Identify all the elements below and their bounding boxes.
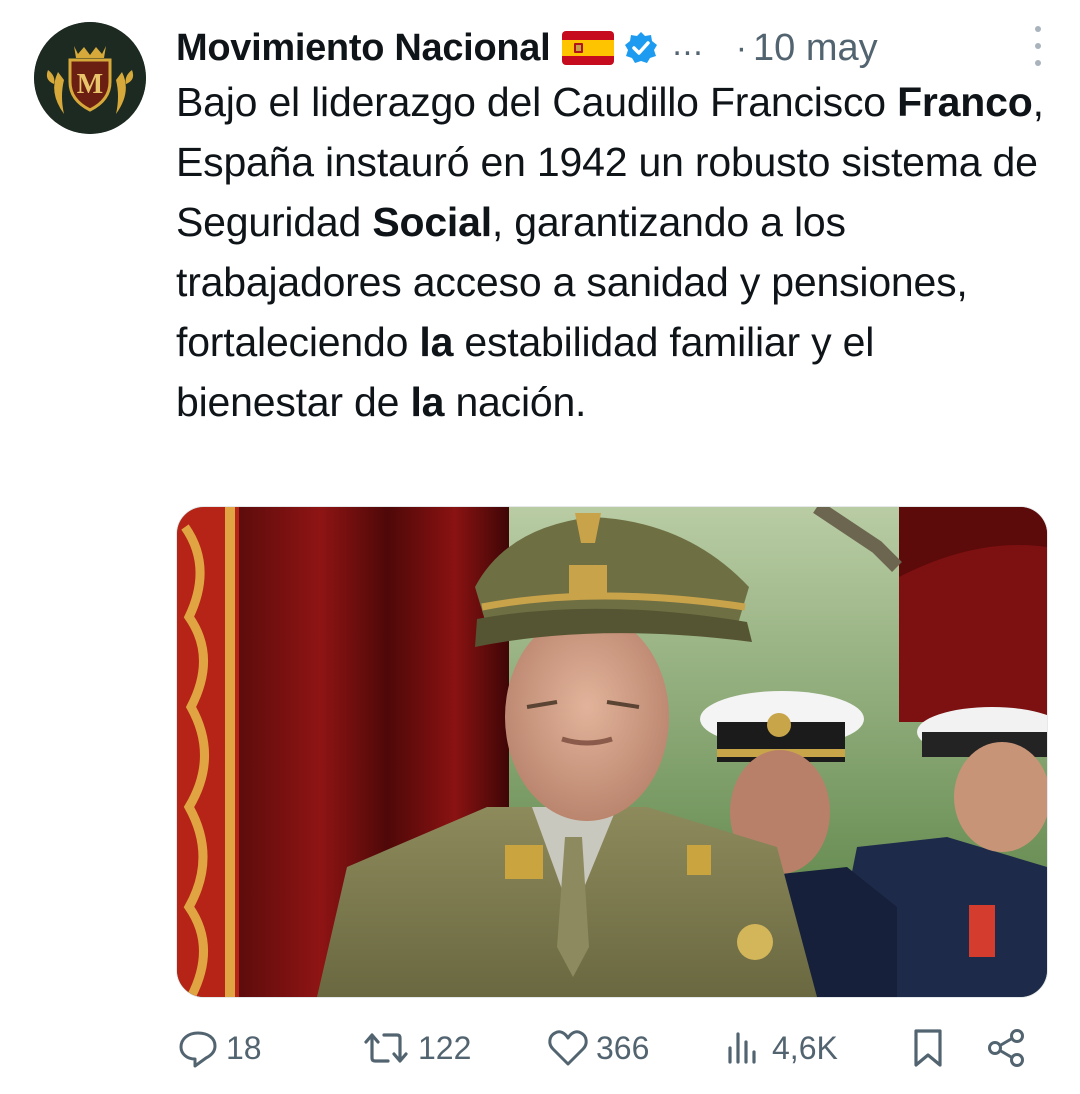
share-icon: [988, 1029, 1024, 1067]
spain-flag-icon: [562, 31, 615, 65]
tweet-text-bold: Social: [372, 199, 492, 245]
bookmark-icon: [914, 1029, 942, 1067]
tweet-action-bar: 18 122 366 4,6K: [176, 1022, 1046, 1074]
reply-icon: [179, 1031, 217, 1068]
views-count: 4,6K: [772, 1029, 838, 1066]
retweet-icon: [364, 1033, 408, 1063]
handle-ellipsis: ...: [672, 24, 704, 63]
like-button[interactable]: 366: [546, 1022, 649, 1074]
heart-icon: [548, 1030, 588, 1066]
reply-count: 18: [226, 1029, 262, 1066]
bookmark-button[interactable]: [910, 1022, 946, 1074]
tweet-text-bold: la: [419, 319, 454, 365]
tweet-date[interactable]: 10 may: [753, 27, 878, 70]
tweet-header: Movimiento Nacional ... · 10 may: [176, 20, 1046, 76]
tweet-photo[interactable]: [176, 506, 1048, 998]
reply-button[interactable]: 18: [176, 1022, 262, 1074]
tweet-text-bold: Franco: [897, 79, 1033, 125]
share-button[interactable]: [984, 1022, 1028, 1074]
tweet-card[interactable]: M Movimiento Nacional ... · 10 may Bajo …: [0, 0, 1080, 1094]
tweet-text-bold: la: [410, 379, 445, 425]
tweet-text-segment: nación.: [444, 379, 587, 425]
retweet-count: 122: [418, 1029, 472, 1066]
separator-dot: ·: [735, 28, 748, 67]
more-options-icon[interactable]: [1030, 26, 1046, 66]
author-avatar[interactable]: M: [34, 22, 146, 134]
avatar-letter: M: [77, 69, 103, 100]
verified-badge-icon[interactable]: [624, 31, 658, 65]
tweet-text-segment: Bajo el liderazgo del Caudillo Francisco: [176, 79, 898, 125]
author-name[interactable]: Movimiento Nacional: [176, 27, 551, 70]
like-count: 366: [596, 1029, 650, 1066]
tweet-text: Bajo el liderazgo del Caudillo Francisco…: [176, 72, 1046, 432]
retweet-button[interactable]: 122: [360, 1022, 471, 1074]
views-chart-icon: [728, 1032, 756, 1064]
views-button[interactable]: 4,6K: [722, 1022, 838, 1074]
